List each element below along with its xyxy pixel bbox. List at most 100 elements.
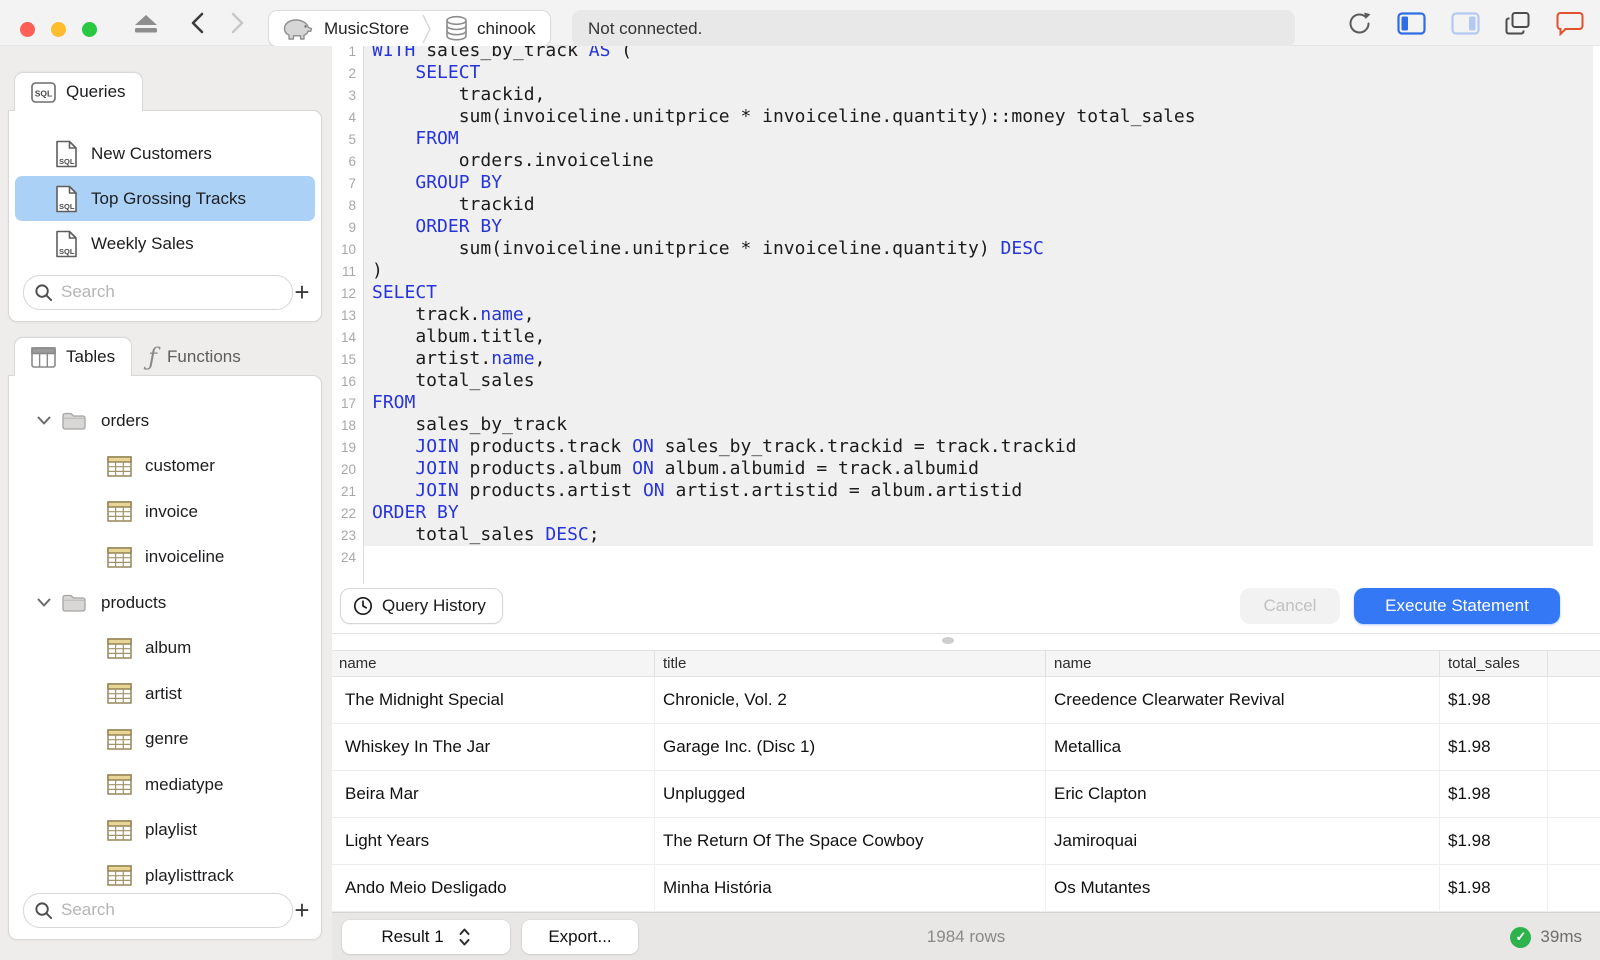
sidebar-left-icon bbox=[1397, 11, 1426, 35]
result-row[interactable]: Beira Mar Unplugged Eric Clapton $1.98 bbox=[332, 771, 1600, 818]
results-body: The Midnight Special Chronicle, Vol. 2 Cre… bbox=[332, 677, 1600, 912]
results-statusbar: Result 1 Export... 1984 rows ✓ 39ms bbox=[332, 912, 1600, 960]
tables-search-input[interactable] bbox=[61, 900, 282, 920]
split-divider[interactable] bbox=[332, 633, 1600, 634]
code-line: 10 sum(invoiceline.unitprice * invoiceli… bbox=[332, 238, 1600, 260]
result-cell[interactable]: Minha História bbox=[655, 865, 1046, 911]
result-cell[interactable] bbox=[1548, 724, 1600, 770]
reload-button[interactable] bbox=[1347, 11, 1372, 36]
chevron-right-icon bbox=[231, 12, 243, 34]
result-cell[interactable]: Creedence Clearwater Revival bbox=[1046, 677, 1440, 723]
tab-tables[interactable]: Tables bbox=[14, 337, 133, 376]
table-row-item[interactable]: genre bbox=[9, 717, 321, 763]
result-cell[interactable]: $1.98 bbox=[1440, 865, 1548, 911]
tables-search-row: + bbox=[9, 887, 321, 933]
line-number: 18 bbox=[340, 418, 356, 433]
result-row[interactable]: Ando Meio Desligado Minha História Os Muta… bbox=[332, 865, 1600, 912]
result-cell[interactable] bbox=[1548, 677, 1600, 723]
query-list-item[interactable]: SQL New Customers bbox=[15, 131, 315, 176]
table-name: mediatype bbox=[145, 774, 224, 794]
results-table: name title name total_sales The Midnight Sp… bbox=[332, 650, 1600, 912]
schema-folder-row[interactable]: orders bbox=[9, 398, 321, 444]
result-row[interactable]: The Midnight Special Chronicle, Vol. 2 Cre… bbox=[332, 677, 1600, 724]
column-header[interactable]: name bbox=[1046, 651, 1440, 676]
table-row-item[interactable]: playlist bbox=[9, 808, 321, 854]
disconnect-button[interactable] bbox=[133, 13, 159, 34]
close-window-button[interactable] bbox=[20, 22, 35, 37]
result-cell[interactable]: $1.98 bbox=[1440, 677, 1548, 723]
result-cell[interactable]: The Return Of The Space Cowboy bbox=[655, 818, 1046, 864]
query-list-item[interactable]: SQL Top Grossing Tracks bbox=[15, 176, 315, 221]
queries-search-input[interactable] bbox=[61, 282, 282, 302]
cancel-button[interactable]: Cancel bbox=[1240, 588, 1340, 624]
queries-searchbox bbox=[23, 274, 293, 310]
result-cell[interactable] bbox=[1548, 818, 1600, 864]
table-name: customer bbox=[145, 456, 215, 476]
result-cell[interactable]: Garage Inc. (Disc 1) bbox=[655, 724, 1046, 770]
table-row-item[interactable]: customer bbox=[9, 444, 321, 490]
forward-button[interactable] bbox=[222, 8, 252, 38]
minimize-window-button[interactable] bbox=[51, 22, 66, 37]
result-row[interactable]: Whiskey In The Jar Garage Inc. (Disc 1) Me… bbox=[332, 724, 1600, 771]
database-name: chinook bbox=[477, 18, 536, 38]
result-cell[interactable]: Eric Clapton bbox=[1046, 771, 1440, 817]
schema-folder-row[interactable]: products bbox=[9, 580, 321, 626]
result-cell[interactable]: $1.98 bbox=[1440, 771, 1548, 817]
result-cell[interactable] bbox=[1548, 771, 1600, 817]
feedback-button[interactable] bbox=[1556, 11, 1584, 36]
table-row-item[interactable]: artist bbox=[9, 671, 321, 717]
result-cell[interactable]: Light Years bbox=[332, 818, 655, 864]
back-button[interactable] bbox=[182, 8, 212, 38]
execute-statement-button[interactable]: Execute Statement bbox=[1354, 588, 1560, 624]
zoom-window-button[interactable] bbox=[82, 22, 97, 37]
result-cell[interactable] bbox=[1548, 865, 1600, 911]
table-row-item[interactable]: mediatype bbox=[9, 762, 321, 808]
tab-functions[interactable]: ƒ Functions bbox=[132, 337, 257, 376]
query-history-button[interactable]: Query History bbox=[340, 588, 503, 624]
result-cell[interactable]: Ando Meio Desligado bbox=[332, 865, 655, 911]
code-line: 20 JOIN products.album ON album.albumid … bbox=[332, 458, 1600, 480]
table-row-item[interactable]: invoiceline bbox=[9, 535, 321, 581]
chevron-down-icon[interactable] bbox=[31, 598, 57, 607]
table-row-item[interactable]: invoice bbox=[9, 489, 321, 535]
result-cell[interactable]: Whiskey In The Jar bbox=[332, 724, 655, 770]
add-query-button[interactable]: + bbox=[293, 277, 311, 307]
result-row[interactable]: Light Years The Return Of The Space Cowbo… bbox=[332, 818, 1600, 865]
result-cell[interactable]: Jamiroquai bbox=[1046, 818, 1440, 864]
result-cell[interactable]: Os Mutantes bbox=[1046, 865, 1440, 911]
line-number: 6 bbox=[348, 154, 356, 169]
code-line: 18 sales_by_track bbox=[332, 414, 1600, 436]
column-header[interactable]: title bbox=[655, 651, 1046, 676]
queries-search-row: + bbox=[9, 269, 321, 315]
result-cell[interactable]: $1.98 bbox=[1440, 818, 1548, 864]
server-item[interactable]: MusicStore bbox=[283, 16, 409, 42]
database-item[interactable]: chinook bbox=[445, 15, 536, 42]
split-drag-handle[interactable] bbox=[942, 637, 954, 644]
result-cell[interactable]: Unplugged bbox=[655, 771, 1046, 817]
toggle-right-sidebar-button[interactable] bbox=[1451, 11, 1480, 35]
line-number: 1 bbox=[348, 46, 356, 59]
query-list-item[interactable]: SQL Weekly Sales bbox=[15, 221, 315, 266]
code-line: 13 track.name, bbox=[332, 304, 1600, 326]
column-header[interactable]: total_sales bbox=[1440, 651, 1548, 676]
table-row-item[interactable]: album bbox=[9, 626, 321, 672]
result-cell[interactable]: Metallica bbox=[1046, 724, 1440, 770]
table-icon bbox=[107, 774, 132, 795]
result-cell[interactable]: Beira Mar bbox=[332, 771, 655, 817]
line-number: 14 bbox=[340, 330, 356, 345]
column-header[interactable]: name bbox=[332, 651, 655, 676]
add-table-button[interactable]: + bbox=[293, 895, 311, 925]
result-cell[interactable]: The Midnight Special bbox=[332, 677, 655, 723]
windows-button[interactable] bbox=[1505, 11, 1531, 36]
result-cell[interactable]: Chronicle, Vol. 2 bbox=[655, 677, 1046, 723]
chevron-down-icon[interactable] bbox=[31, 416, 57, 425]
result-cell[interactable]: $1.98 bbox=[1440, 724, 1548, 770]
line-number: 19 bbox=[340, 440, 356, 455]
line-number: 24 bbox=[340, 550, 356, 565]
code-line: 15 artist.name, bbox=[332, 348, 1600, 370]
sql-editor[interactable]: 1 WITH sales_by_track AS (2 SELECT 3 track… bbox=[332, 46, 1600, 584]
schema-tree: orders customer invoice invoiceline prod… bbox=[9, 398, 321, 939]
toggle-left-sidebar-button[interactable] bbox=[1397, 11, 1426, 35]
tab-queries[interactable]: SQL Queries bbox=[14, 72, 143, 111]
column-header[interactable] bbox=[1548, 651, 1600, 676]
